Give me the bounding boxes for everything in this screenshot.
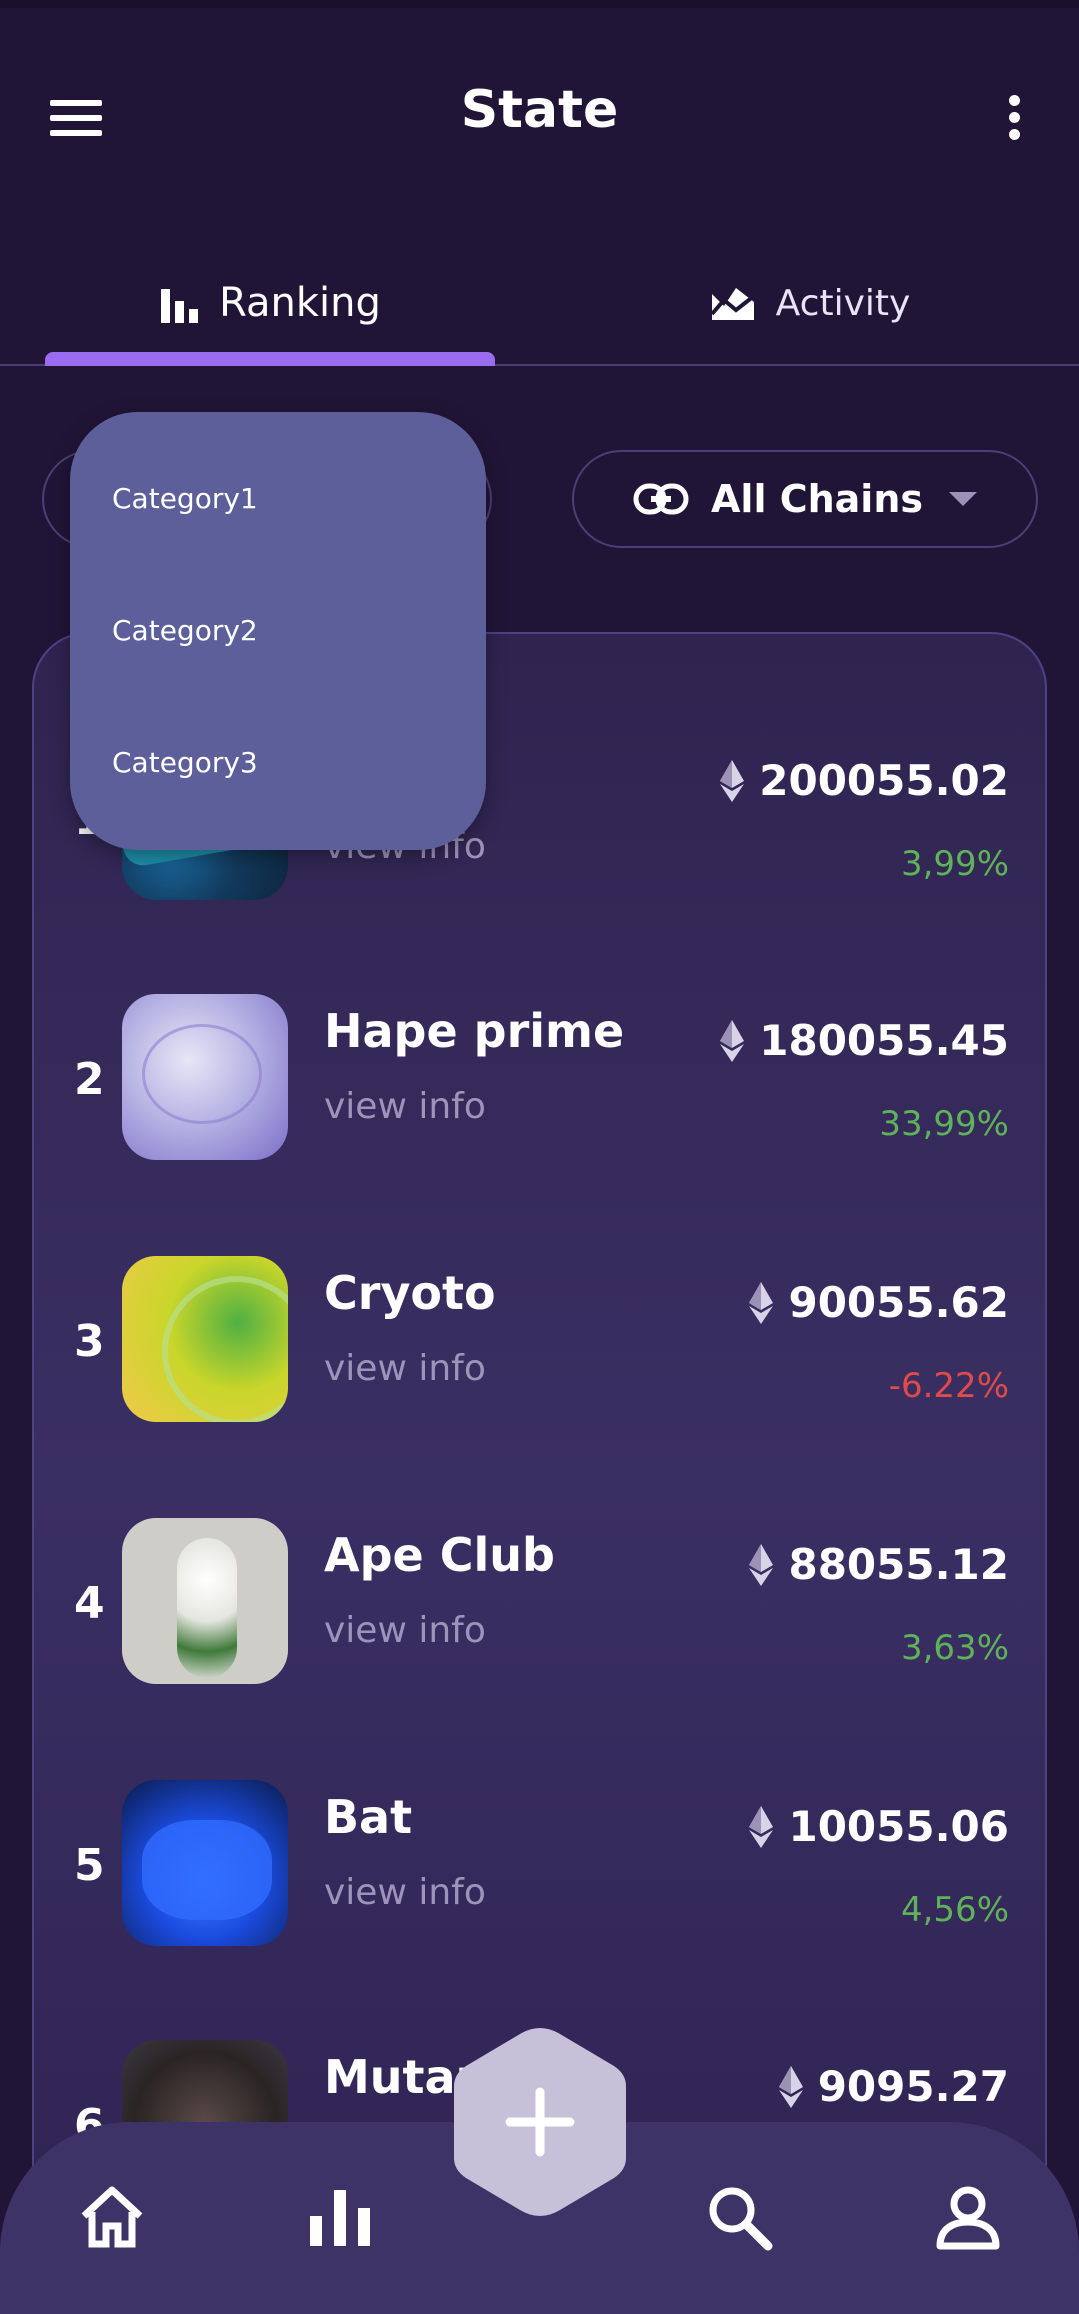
page-title: State <box>460 80 619 140</box>
dropdown-item-category3[interactable]: Category3 <box>112 746 258 779</box>
price-change: 4,56% <box>900 1890 1009 1930</box>
collection-name: Ape Club <box>324 1528 555 1582</box>
list-item[interactable]: 3 Cryoto view info 90055.62 -6.22% <box>34 1256 1049 1426</box>
area-chart-icon <box>710 288 755 320</box>
price-change: 33,99% <box>879 1104 1009 1144</box>
view-info-link[interactable]: view info <box>324 1610 486 1651</box>
price: 200055.02 <box>719 756 1009 805</box>
link-icon <box>633 483 689 515</box>
view-info-link[interactable]: view info <box>324 1086 486 1127</box>
price-value: 90055.62 <box>788 1278 1009 1327</box>
chains-filter[interactable]: All Chains <box>572 450 1038 548</box>
chevron-down-icon <box>948 492 977 506</box>
rank-number: 5 <box>74 1840 105 1891</box>
home-icon[interactable] <box>76 2182 148 2254</box>
view-info-link[interactable]: view info <box>324 1348 486 1389</box>
add-button[interactable] <box>450 2024 630 2220</box>
price: 10055.06 <box>748 1802 1009 1851</box>
price: 88055.12 <box>748 1540 1009 1589</box>
list-item[interactable]: 5 Bat view info 10055.06 4,56% <box>34 1780 1049 1950</box>
collection-thumbnail <box>122 1256 288 1422</box>
price: 180055.45 <box>719 1016 1009 1065</box>
collection-thumbnail <box>122 1780 288 1946</box>
tab-activity[interactable]: Activity <box>585 240 1035 366</box>
active-tab-indicator <box>45 352 495 366</box>
price-change: 3,63% <box>900 1628 1009 1668</box>
price-change: 3,99% <box>900 844 1009 884</box>
tab-activity-label: Activity <box>775 282 911 324</box>
price-value: 88055.12 <box>788 1540 1009 1589</box>
collection-name: Cryoto <box>324 1266 496 1320</box>
search-icon[interactable] <box>704 2182 776 2254</box>
price-value: 180055.45 <box>759 1016 1009 1065</box>
dropdown-item-category1[interactable]: Category1 <box>112 482 258 515</box>
price-value: 10055.06 <box>788 1802 1009 1851</box>
ethereum-icon <box>720 1019 745 1062</box>
collection-name: Bat <box>324 1790 413 1844</box>
status-bar <box>0 0 1079 8</box>
collection-name: Hape prime <box>324 1004 625 1058</box>
bar-chart-icon <box>161 289 199 323</box>
rank-number: 2 <box>74 1054 105 1105</box>
rank-number: 4 <box>74 1578 105 1629</box>
list-item[interactable]: 4 Ape Club view info 88055.12 3,63% <box>34 1518 1049 1688</box>
tab-ranking-label: Ranking <box>219 280 381 326</box>
collection-thumbnail <box>122 1518 288 1684</box>
ethereum-icon <box>749 1543 774 1586</box>
collection-thumbnail <box>122 994 288 1160</box>
tab-bar: Ranking Activity <box>0 240 1079 366</box>
chains-filter-label: All Chains <box>711 477 923 521</box>
profile-icon[interactable] <box>932 2182 1004 2254</box>
ethereum-icon <box>778 2065 803 2108</box>
dropdown-item-category2[interactable]: Category2 <box>112 614 258 647</box>
price-value: 9095.27 <box>817 2062 1009 2111</box>
view-info-link[interactable]: view info <box>324 1872 486 1913</box>
more-options-icon[interactable] <box>1002 95 1026 145</box>
price-change: -6.22% <box>888 1366 1009 1406</box>
category-dropdown-menu: Category1 Category2 Category3 <box>70 412 486 850</box>
price: 9095.27 <box>778 2062 1009 2111</box>
ethereum-icon <box>720 759 745 802</box>
ethereum-icon <box>749 1281 774 1324</box>
tab-ranking[interactable]: Ranking <box>45 240 495 366</box>
stats-icon[interactable] <box>304 2182 376 2254</box>
rank-number: 3 <box>74 1316 105 1367</box>
price-value: 200055.02 <box>759 756 1009 805</box>
app-header: State <box>0 60 1079 170</box>
list-item[interactable]: 2 Hape prime view info 180055.45 33,99% <box>34 994 1049 1164</box>
price: 90055.62 <box>748 1278 1009 1327</box>
ethereum-icon <box>749 1805 774 1848</box>
